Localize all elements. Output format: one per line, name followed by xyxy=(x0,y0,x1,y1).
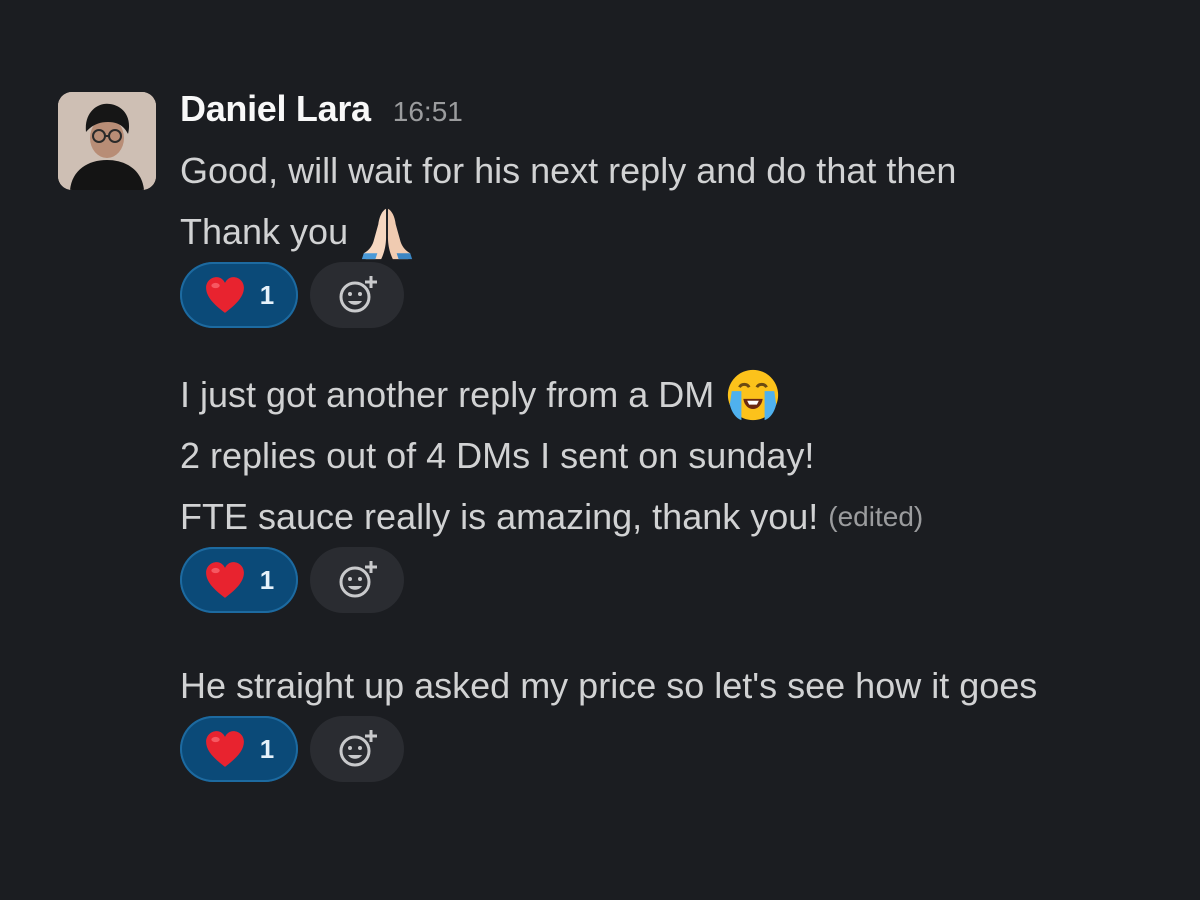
reaction-bar: 1 xyxy=(180,547,1170,613)
message-line-with-emoji: I just got another reply from a DM xyxy=(180,364,1170,425)
message-3: He straight up asked my price so let's s… xyxy=(180,655,1170,782)
message-line: Thank you xyxy=(180,211,349,252)
heart-icon xyxy=(205,277,244,313)
message-line: I just got another reply from a DM xyxy=(180,374,715,415)
message-line: 2 replies out of 4 DMs I sent on sunday! xyxy=(180,435,815,476)
heart-reaction-button[interactable]: 1 xyxy=(180,262,298,328)
add-reaction-button[interactable] xyxy=(310,262,404,328)
message-line: He straight up asked my price so let's s… xyxy=(180,665,1038,706)
reaction-bar: 1 xyxy=(180,262,1170,328)
add-emoji-icon xyxy=(339,561,377,598)
message-line-with-emoji: Thank you xyxy=(180,201,1170,262)
message-line-with-edited: FTE sauce really is amazing, thank you! … xyxy=(180,486,1170,547)
heart-reaction-button[interactable]: 1 xyxy=(180,716,298,782)
folded-hands-icon xyxy=(361,208,413,259)
author-name[interactable]: Daniel Lara xyxy=(180,88,371,130)
heart-reaction-button[interactable]: 1 xyxy=(180,547,298,613)
message-line: FTE sauce really is amazing, thank you! xyxy=(180,496,819,537)
avatar-photo xyxy=(58,92,156,190)
reaction-bar: 1 xyxy=(180,716,1170,782)
reaction-count: 1 xyxy=(259,279,275,310)
avatar[interactable] xyxy=(58,92,156,190)
message-2: I just got another reply from a DM 2 rep… xyxy=(180,364,1170,613)
add-emoji-icon xyxy=(339,276,377,313)
loudly-crying-face-icon xyxy=(728,369,779,420)
reaction-count: 1 xyxy=(259,564,275,595)
add-reaction-button[interactable] xyxy=(310,547,404,613)
heart-icon xyxy=(205,562,244,598)
message-1: Good, will wait for his next reply and d… xyxy=(180,140,1170,328)
timestamp[interactable]: 16:51 xyxy=(393,96,463,128)
add-emoji-icon xyxy=(339,730,377,767)
reaction-count: 1 xyxy=(259,733,275,764)
message-thread: Daniel Lara 16:51 Good, will wait for hi… xyxy=(0,0,1200,900)
heart-icon xyxy=(205,731,244,767)
add-reaction-button[interactable] xyxy=(310,716,404,782)
message-group: Daniel Lara 16:51 Good, will wait for hi… xyxy=(180,88,1170,782)
message-header: Daniel Lara 16:51 xyxy=(180,88,1170,140)
message-line: Good, will wait for his next reply and d… xyxy=(180,150,957,191)
edited-label: (edited) xyxy=(828,501,924,532)
